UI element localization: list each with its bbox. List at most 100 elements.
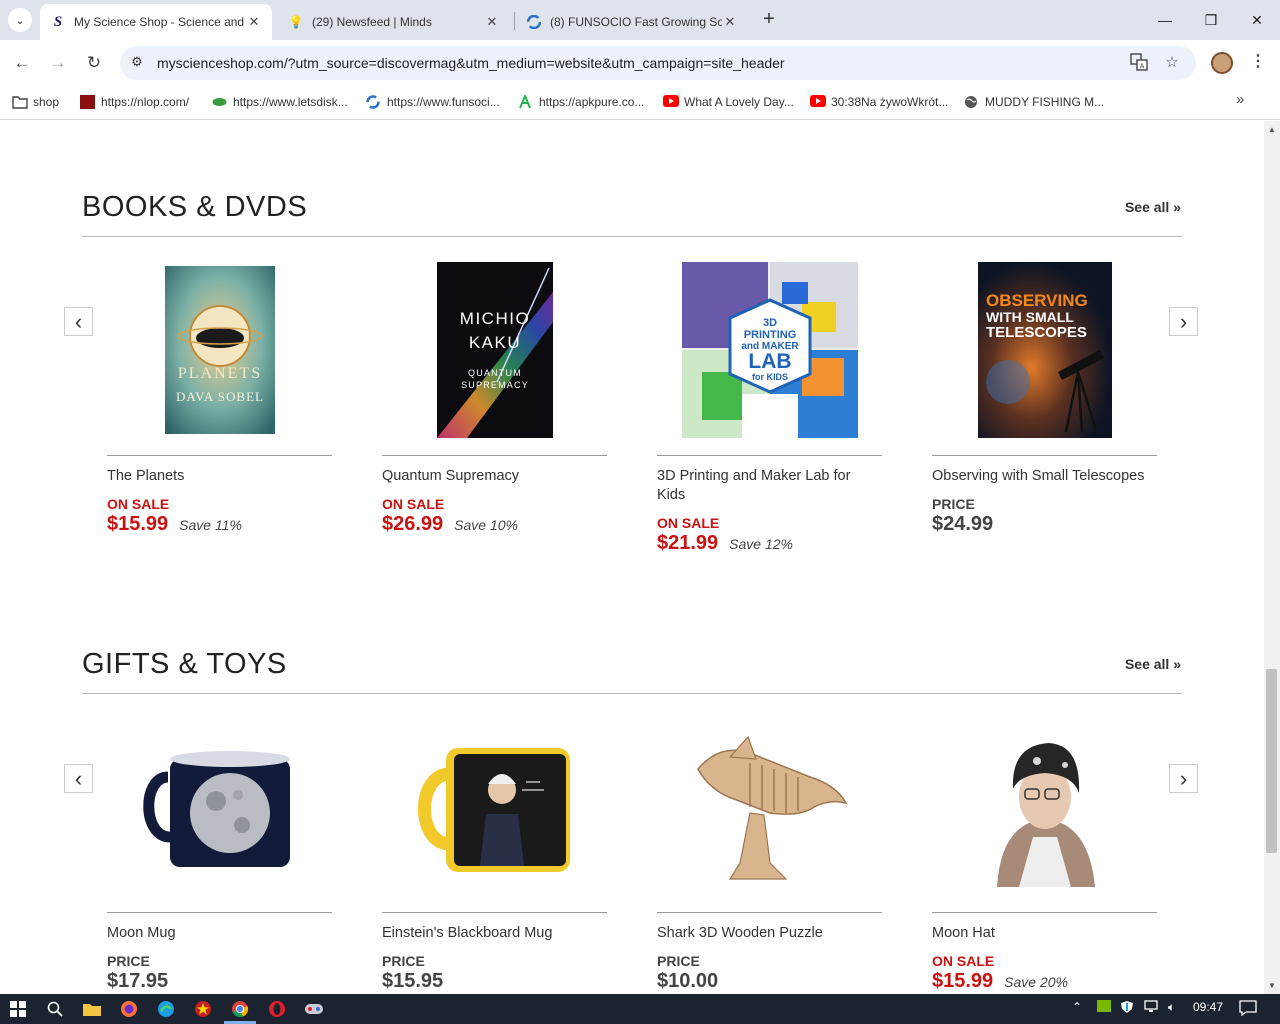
product-image-quantum-supremacy[interactable]: MICHIO KAKU QUANTUM SUPREMACY	[382, 260, 607, 440]
price-block: PRICE $10.00	[657, 953, 882, 993]
restore-button[interactable]: ❐	[1188, 0, 1234, 40]
product-card[interactable]: Moon Hat ON SALE $15.99 Save 20%	[932, 717, 1157, 994]
carousel-prev-button[interactable]: ‹	[64, 764, 93, 793]
product-card[interactable]: OBSERVING WITH SMALL TELESCOPES Observin…	[932, 260, 1157, 560]
section-title: BOOKS & DVDS	[82, 191, 308, 223]
forward-button[interactable]: →	[45, 50, 71, 76]
cover-text: LAB	[748, 350, 791, 373]
bookmark-youtube-2[interactable]: 30:38Na żywoWkrót...	[810, 93, 948, 111]
windows-start-icon[interactable]	[7, 998, 29, 1020]
menu-kebab-icon[interactable]: ⋮	[1250, 51, 1266, 71]
cover-author: DAVA SOBEL	[176, 389, 264, 404]
bookmark-shop[interactable]: shop	[12, 93, 59, 111]
network-icon[interactable]	[1144, 1000, 1160, 1016]
product-image-the-planets[interactable]: THE PLANETS DAVA SOBEL	[107, 260, 332, 440]
search-icon[interactable]	[44, 998, 66, 1020]
bookmark-apkpure[interactable]: https://apkpure.co...	[518, 93, 644, 111]
edge-icon[interactable]	[155, 998, 177, 1020]
nvidia-icon[interactable]	[1097, 1000, 1111, 1015]
product-image-einstein-mug[interactable]	[382, 717, 607, 897]
product-card[interactable]: THE PLANETS DAVA SOBEL The Planets ON SA…	[107, 260, 332, 560]
notifications-icon[interactable]	[1239, 1000, 1257, 1019]
red-star-app-icon[interactable]	[192, 998, 214, 1020]
product-image-moon-mug[interactable]	[107, 717, 332, 897]
scroll-up-arrow-icon[interactable]: ▲	[1268, 125, 1276, 134]
section-divider	[82, 236, 1182, 237]
bookmark-label: 30:38Na żywoWkrót...	[831, 95, 949, 109]
product-card[interactable]: MICHIO KAKU QUANTUM SUPREMACY Quantum Su…	[382, 260, 607, 560]
more-bookmarks-chevron-icon[interactable]: »	[1236, 91, 1244, 108]
product-divider	[657, 912, 882, 913]
price-block: ON SALE $15.99 Save 20%	[932, 953, 1157, 993]
bookmark-nlop[interactable]: https://nlop.com/	[80, 93, 189, 111]
game-controller-icon[interactable]	[303, 998, 325, 1020]
close-tab-icon[interactable]: ✕	[484, 14, 500, 30]
product-image-shark-puzzle[interactable]	[657, 717, 882, 897]
product-image-moon-hat[interactable]	[932, 717, 1157, 897]
tab-search-button[interactable]: ⌄	[8, 8, 32, 32]
close-window-button[interactable]: ✕	[1234, 0, 1280, 40]
product-card[interactable]: Einstein's Blackboard Mug PRICE $15.95	[382, 717, 607, 994]
moon-hat-picture	[982, 727, 1107, 887]
site-info-icon[interactable]: ⚙	[128, 54, 146, 72]
clock-time[interactable]: 09:47	[1193, 1000, 1223, 1014]
cover-text: MICHIO	[459, 309, 529, 328]
profile-avatar[interactable]	[1211, 52, 1233, 74]
minimize-button[interactable]: —	[1142, 0, 1188, 40]
address-bar[interactable]: ⚙ myscienceshop.com/?utm_source=discover…	[120, 46, 1196, 80]
reload-button[interactable]: ↻	[81, 50, 107, 76]
close-tab-icon[interactable]: ✕	[246, 14, 262, 30]
product-card[interactable]: Shark 3D Wooden Puzzle PRICE $10.00	[657, 717, 882, 994]
product-price: $17.95	[107, 970, 169, 992]
product-image-3d-printing-maker-lab[interactable]: 3D PRINTING and MAKER LAB for KIDS	[657, 260, 882, 440]
tab-funsocio[interactable]: (8) FUNSOCIO Fast Growing So ✕	[516, 4, 748, 40]
chrome-icon[interactable]	[229, 998, 251, 1020]
tab-my-science-shop[interactable]: S My Science Shop - Science and ✕	[40, 4, 272, 40]
file-explorer-icon[interactable]	[81, 998, 103, 1020]
product-name[interactable]: Shark 3D Wooden Puzzle	[657, 924, 882, 943]
product-name[interactable]: Moon Mug	[107, 924, 332, 943]
bookmark-youtube-1[interactable]: What A Lovely Day...	[663, 93, 794, 111]
bookmark-muddy-fishing[interactable]: MUDDY FISHING M...	[964, 93, 1104, 111]
bookmark-funsocio[interactable]: https://www.funsoci...	[366, 93, 500, 111]
opera-icon[interactable]	[266, 998, 288, 1020]
translate-icon[interactable]: A	[1129, 53, 1149, 73]
back-button[interactable]: ←	[9, 50, 35, 76]
url-text[interactable]: myscienceshop.com/?utm_source=discoverma…	[157, 55, 785, 71]
product-divider	[932, 912, 1157, 913]
scroll-down-arrow-icon[interactable]: ▼	[1268, 981, 1276, 990]
cover-text: KAKU	[468, 333, 520, 352]
volume-icon[interactable]: 🔈︎	[1168, 1000, 1175, 1015]
product-card[interactable]: Moon Mug PRICE $17.95	[107, 717, 332, 994]
firefox-icon[interactable]	[118, 998, 140, 1020]
carousel-next-button[interactable]: ›	[1169, 307, 1198, 336]
new-tab-button[interactable]: +	[758, 9, 780, 31]
product-name[interactable]: 3D Printing and Maker Lab for Kids	[657, 467, 882, 505]
bookmark-star-icon[interactable]: ☆	[1162, 53, 1182, 73]
bookmark-letsdisk[interactable]: https://www.letsdisk...	[212, 93, 348, 111]
carousel-next-button[interactable]: ›	[1169, 764, 1198, 793]
product-price: $15.95	[382, 970, 444, 992]
tray-chevron-up-icon[interactable]: ⌃	[1072, 1000, 1082, 1014]
product-image-observing-small-telescopes[interactable]: OBSERVING WITH SMALL TELESCOPES	[932, 260, 1157, 440]
product-name[interactable]: Quantum Supremacy	[382, 467, 607, 486]
scrollbar-thumb[interactable]	[1266, 669, 1277, 853]
close-tab-icon[interactable]: ✕	[722, 14, 738, 30]
tab-minds-newsfeed[interactable]: 💡 (29) Newsfeed | Minds ✕	[278, 4, 510, 40]
product-divider	[932, 455, 1157, 456]
product-name[interactable]: Moon Hat	[932, 924, 1157, 943]
see-all-link[interactable]: See all »	[1125, 656, 1181, 672]
product-card[interactable]: 3D PRINTING and MAKER LAB for KIDS 3D Pr…	[657, 260, 882, 580]
carousel-prev-button[interactable]: ‹	[64, 307, 93, 336]
cover-text: TELESCOPES	[986, 324, 1087, 341]
product-divider	[107, 455, 332, 456]
product-name[interactable]: Observing with Small Telescopes	[932, 467, 1157, 486]
see-all-link[interactable]: See all »	[1125, 199, 1181, 215]
product-name[interactable]: The Planets	[107, 467, 332, 486]
security-shield-icon[interactable]	[1120, 1000, 1134, 1017]
section-gifts-toys: GIFTS & TOYS See all »	[82, 648, 1182, 708]
bookmark-label: https://www.letsdisk...	[233, 95, 348, 109]
bookmark-label: https://www.funsoci...	[387, 95, 500, 109]
page-scrollbar[interactable]: ▲ ▼	[1264, 121, 1280, 994]
product-name[interactable]: Einstein's Blackboard Mug	[382, 924, 607, 943]
